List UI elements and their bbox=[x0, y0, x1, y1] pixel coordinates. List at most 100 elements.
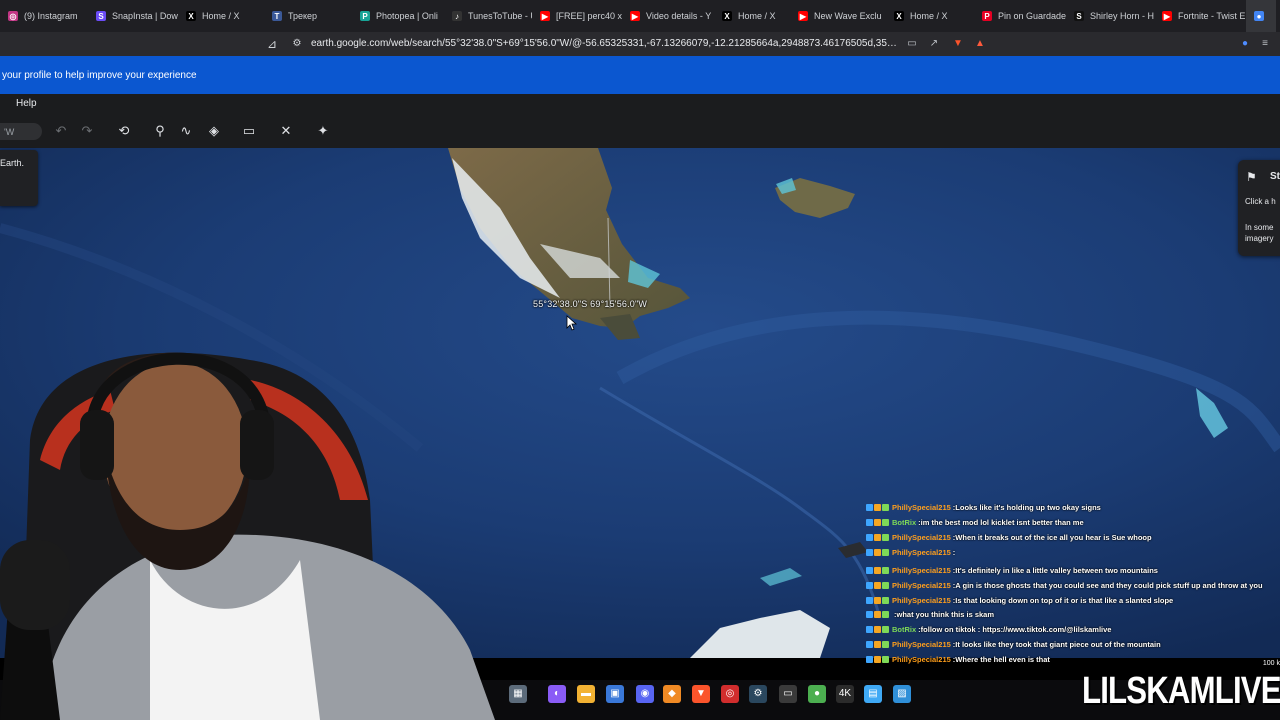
chat-badge-icon bbox=[866, 548, 873, 556]
chat-badge-icon bbox=[874, 518, 881, 526]
layers-icon[interactable]: ◈ bbox=[204, 122, 224, 140]
tip-card-line: In some bbox=[1245, 223, 1274, 232]
chat-badges bbox=[866, 640, 889, 648]
browser-tab[interactable]: ▶ Fortnite - Twist E bbox=[1154, 0, 1246, 32]
tab-favicon-icon: S bbox=[1074, 11, 1084, 21]
tools-icon[interactable]: ✕ bbox=[276, 122, 296, 140]
coordinate-search-input[interactable] bbox=[0, 123, 42, 140]
brave-rewards-icon[interactable]: ▲ bbox=[973, 37, 987, 51]
chat-badges bbox=[866, 596, 889, 604]
sparkle-icon[interactable]: ✦ bbox=[313, 122, 333, 140]
browser-tab[interactable]: ● bbox=[1246, 0, 1276, 32]
site-info-icon[interactable]: ⚙ bbox=[290, 37, 304, 51]
headset-left-cup bbox=[80, 410, 114, 480]
tab-label: [FREE] perc40 x bbox=[556, 11, 622, 21]
app-icon-orange[interactable]: ◆ bbox=[663, 685, 681, 703]
address-bar: ⊿ ⚙ earth.google.com/web/search/55°32'38… bbox=[0, 32, 1280, 56]
ms-store-icon[interactable]: ▣ bbox=[606, 685, 624, 703]
browser-tab[interactable]: P Pin on Guardade bbox=[974, 0, 1066, 32]
chat-badge-icon bbox=[874, 533, 881, 541]
app-icon-red[interactable]: ◎ bbox=[721, 685, 739, 703]
chat-badge-icon bbox=[874, 625, 881, 633]
browser-tab[interactable]: X Home / X bbox=[178, 0, 264, 32]
coordinate-label: 55°32'38.0"S 69°15'56.0"W bbox=[533, 299, 648, 309]
chat-badges bbox=[866, 581, 889, 589]
chat-text: follow on tiktok : https://www.tiktok.co… bbox=[920, 624, 1112, 634]
street-view-tip-card[interactable]: ⚑ St Click a h In some imagery bbox=[1238, 160, 1280, 256]
chat-badge-icon bbox=[866, 566, 873, 574]
browser-tab[interactable]: S Shirley Horn - He bbox=[1066, 0, 1154, 32]
tip-card-title: St bbox=[1270, 171, 1280, 182]
chat-badge-icon bbox=[882, 625, 889, 633]
browser-tab[interactable]: T Трекер bbox=[264, 0, 352, 32]
chat-username: PhillySpecial215 bbox=[892, 580, 951, 590]
browser-tab[interactable]: ♪ TunesToTube - U bbox=[444, 0, 532, 32]
chat-text: It looks like they took that giant piece… bbox=[955, 639, 1161, 649]
chat-separator: : bbox=[952, 547, 956, 557]
browser-tab[interactable]: ◎ (9) Instagram bbox=[0, 0, 88, 32]
add-placemark-icon[interactable]: ⚲ bbox=[150, 122, 170, 140]
tab-favicon-icon: X bbox=[722, 11, 732, 21]
tab-label: Home / X bbox=[202, 11, 240, 21]
menu-help[interactable]: Help bbox=[16, 98, 37, 109]
welcome-panel[interactable]: Earth. bbox=[0, 150, 38, 206]
browser-tab[interactable]: X Home / X bbox=[714, 0, 790, 32]
task-view-icon[interactable]: ▦ bbox=[509, 685, 527, 703]
discord-icon[interactable]: ◉ bbox=[636, 685, 654, 703]
chat-username: PhillySpecial215 bbox=[892, 547, 951, 557]
steam-icon[interactable]: ⚙ bbox=[749, 685, 767, 703]
chat-badge-icon bbox=[866, 518, 873, 526]
browser-tab[interactable]: P Photopea | Onli bbox=[352, 0, 444, 32]
tab-label: Трекер bbox=[288, 11, 318, 21]
wallet-icon[interactable]: ● bbox=[1238, 37, 1252, 51]
chat-badges bbox=[866, 518, 889, 526]
chat-badge-icon bbox=[882, 581, 889, 589]
undo-icon[interactable]: ↶ bbox=[51, 122, 71, 140]
photos-icon[interactable]: ▨ bbox=[893, 685, 911, 703]
app-icon-green[interactable]: ● bbox=[808, 685, 826, 703]
mouse-cursor-icon bbox=[566, 315, 578, 331]
browser-tab[interactable]: ▶ New Wave Exclu bbox=[790, 0, 886, 32]
tab-label: New Wave Exclu bbox=[814, 11, 882, 21]
chat-badge-icon bbox=[866, 655, 873, 663]
tab-favicon-icon: ● bbox=[1254, 11, 1264, 21]
chat-username: BotRix bbox=[892, 517, 917, 527]
add-path-icon[interactable]: ∿ bbox=[176, 122, 196, 140]
chat-username: PhillySpecial215 bbox=[892, 532, 951, 542]
file-explorer-icon[interactable]: ▬ bbox=[577, 685, 595, 703]
measure-icon[interactable]: ▭ bbox=[239, 122, 259, 140]
url-text[interactable]: earth.google.com/web/search/55°32'38.0"S… bbox=[311, 37, 901, 51]
redo-icon[interactable]: ↷ bbox=[77, 122, 97, 140]
chat-username: PhillySpecial215 bbox=[892, 595, 951, 605]
tab-label: (9) Instagram bbox=[24, 11, 78, 21]
chat-username: PhillySpecial215 bbox=[892, 639, 951, 649]
app-icon-gray[interactable]: ▭ bbox=[779, 685, 797, 703]
chat-badge-icon bbox=[874, 610, 881, 618]
chat-text: im the best mod lol kicklet isnt better … bbox=[920, 517, 1084, 527]
browser-tab[interactable]: ▶ Video details - Y bbox=[622, 0, 714, 32]
chat-badge-icon bbox=[866, 610, 873, 618]
copilot-icon[interactable]: ◐ bbox=[548, 685, 566, 703]
chat-badge-icon bbox=[866, 533, 873, 541]
chat-badges bbox=[866, 625, 889, 633]
brave-icon[interactable]: ▼ bbox=[692, 685, 710, 703]
app-icon-4k[interactable]: 4K bbox=[836, 685, 854, 703]
browser-tab[interactable]: X Home / X bbox=[886, 0, 974, 32]
notepad-icon[interactable]: ▤ bbox=[864, 685, 882, 703]
browser-tab[interactable]: ▶ [FREE] perc40 x bbox=[532, 0, 622, 32]
tab-label: Home / X bbox=[910, 11, 948, 21]
chat-badge-icon bbox=[882, 548, 889, 556]
screen-share-icon[interactable]: ▭ bbox=[905, 37, 919, 51]
historical-imagery-icon[interactable]: ⟲ bbox=[114, 122, 134, 140]
brave-shield-icon[interactable]: ▼ bbox=[951, 37, 965, 51]
chat-badge-icon bbox=[874, 581, 881, 589]
streamer-webcam bbox=[0, 352, 495, 720]
stream-chat-overlay: PhillySpecial215: Looks like it's holdin… bbox=[866, 500, 1280, 668]
extensions-icon[interactable]: ≡ bbox=[1258, 37, 1272, 51]
microphone bbox=[0, 540, 70, 630]
tab-favicon-icon: T bbox=[272, 11, 282, 21]
browser-tab[interactable]: S SnapInsta | Dow bbox=[88, 0, 178, 32]
bookmark-icon[interactable]: ⊿ bbox=[264, 36, 280, 52]
chat-badge-icon bbox=[874, 548, 881, 556]
share-icon[interactable]: ↗ bbox=[927, 37, 941, 51]
